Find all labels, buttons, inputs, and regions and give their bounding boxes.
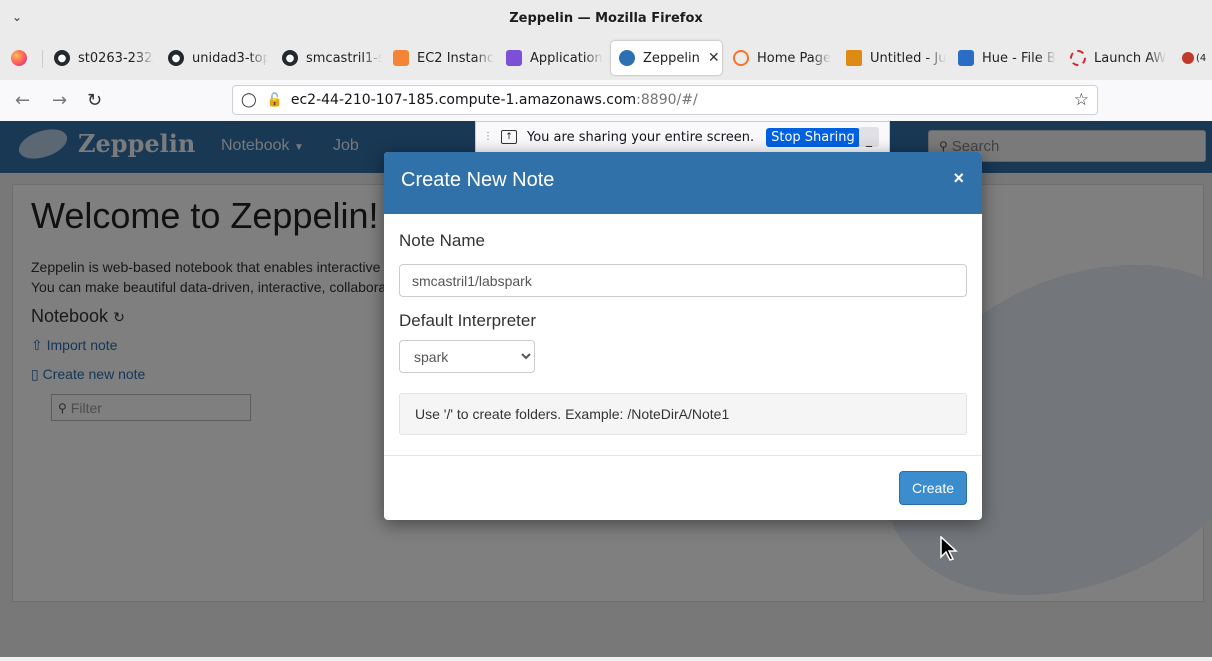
tab-untitled[interactable]: Untitled - Ju — [838, 41, 946, 75]
notebook-icon — [846, 50, 862, 66]
tab-label: Application — [530, 50, 603, 66]
hue-icon — [958, 50, 974, 66]
share-screen-icon: ↑ — [501, 130, 517, 144]
tab-audio[interactable]: (4 — [1176, 41, 1212, 75]
drag-handle-icon[interactable]: ⋮ — [483, 132, 493, 142]
close-button[interactable]: × — [953, 168, 964, 189]
tab-label: Launch AW — [1094, 50, 1167, 66]
insecure-lock-icon[interactable]: 🔓 — [267, 93, 283, 108]
url-host: ec2-44-210-107-185.compute-1.amazonaws.c… — [290, 92, 637, 108]
tab-github-2[interactable]: ● unidad3-top — [160, 41, 268, 75]
application-icon — [506, 50, 522, 66]
navigation-bar: ← → ↻ ◯ 🔓 ec2-44-210-107-185.compute-1.a… — [0, 80, 1212, 122]
github-icon: ● — [282, 50, 298, 66]
tab-bar: ● st0263-232/ ● unidad3-top ● smcastril1… — [0, 36, 1212, 80]
audio-icon — [1182, 52, 1194, 64]
tab-github-1[interactable]: ● st0263-232/ — [46, 41, 154, 75]
reload-icon[interactable]: ↻ — [87, 90, 102, 111]
modal-title: Create New Note — [401, 169, 555, 191]
github-icon: ● — [54, 50, 70, 66]
tab-zeppelin[interactable]: Zeppelin ✕ — [611, 41, 722, 75]
tab-label: smcastril1-s — [306, 50, 382, 66]
interpreter-select[interactable]: spark — [399, 340, 535, 373]
tab-ec2-instances[interactable]: EC2 Instanc — [385, 41, 497, 75]
tab-label: Zeppelin — [643, 50, 700, 66]
stop-sharing-button[interactable]: Stop Sharing — [766, 127, 860, 147]
create-note-modal: Create New Note × Note Name Default Inte… — [384, 152, 982, 520]
github-icon: ● — [168, 50, 184, 66]
mouse-cursor-icon — [940, 536, 958, 561]
firefox-icon[interactable] — [11, 50, 27, 66]
zeppelin-icon — [619, 50, 635, 66]
url-path: :8890/#/ — [636, 92, 698, 108]
tab-launch-aws[interactable]: Launch AW — [1062, 41, 1174, 75]
folder-hint: Use '/' to create folders. Example: /Not… — [399, 393, 967, 435]
tab-home-page[interactable]: Home Page — [725, 41, 833, 75]
tab-label: Home Page — [757, 50, 831, 66]
chevron-down-icon[interactable]: ⌄ — [12, 10, 26, 24]
window-titlebar: Zeppelin — Mozilla Firefox — [0, 0, 1212, 36]
forward-icon[interactable]: → — [52, 90, 67, 111]
tab-label: Hue - File B — [982, 50, 1056, 66]
aws-launch-icon — [1070, 50, 1086, 66]
back-icon[interactable]: ← — [15, 90, 30, 111]
modal-header: Create New Note × — [384, 152, 982, 214]
aws-ec2-icon — [393, 50, 409, 66]
tab-label: EC2 Instanc — [417, 50, 494, 66]
shield-icon[interactable]: ◯ — [241, 92, 257, 108]
tab-label: Untitled - Ju — [870, 50, 946, 66]
url-bar[interactable]: ◯ 🔓 ec2-44-210-107-185.compute-1.amazona… — [232, 85, 1098, 115]
sharing-message: You are sharing your entire screen. — [527, 129, 755, 145]
minimize-button[interactable]: _ — [859, 127, 879, 147]
note-name-input[interactable] — [399, 264, 967, 297]
tab-separator — [42, 50, 43, 68]
tab-github-3[interactable]: ● smcastril1-s — [274, 41, 382, 75]
tab-label: st0263-232/ — [78, 50, 154, 66]
tab-label: (4 — [1196, 52, 1207, 64]
bookmark-star-icon[interactable]: ☆ — [1074, 90, 1089, 110]
close-icon[interactable]: ✕ — [708, 50, 720, 66]
modal-divider — [384, 455, 982, 456]
tab-hue[interactable]: Hue - File B — [950, 41, 1058, 75]
jupyter-icon — [733, 50, 749, 66]
tab-application[interactable]: Application — [498, 41, 606, 75]
create-button[interactable]: Create — [899, 471, 967, 505]
interpreter-label: Default Interpreter — [399, 311, 537, 330]
screen-sharing-bar: ⋮ ↑ You are sharing your entire screen. … — [475, 121, 890, 153]
tab-label: unidad3-top — [192, 50, 268, 66]
window-title: Zeppelin — Mozilla Firefox — [509, 10, 703, 26]
note-name-label: Note Name — [399, 231, 485, 250]
